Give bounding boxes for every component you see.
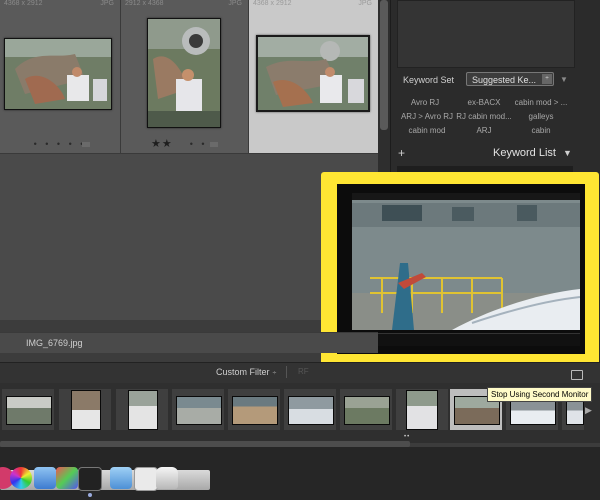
document-icon[interactable] — [134, 467, 158, 491]
rating-dots[interactable]: • • • • • — [0, 139, 120, 149]
grid-cell-1[interactable]: 4368 x 2912 JPG • • • • • — [0, 0, 121, 153]
grid-scrollbar-thumb[interactable] — [380, 0, 388, 130]
filmstrip-thumbnail[interactable] — [2, 389, 54, 430]
filmstrip-thumbnail[interactable] — [340, 389, 392, 430]
filter-separator — [286, 366, 287, 378]
keyword-suggestion[interactable]: RJ cabin mod... — [456, 110, 512, 124]
keyword-suggestion[interactable]: cabin mod > ... — [513, 96, 569, 110]
folder-icon[interactable] — [110, 467, 132, 489]
grid-cell-3-selected[interactable]: 4368 x 2912 JPG — [249, 0, 379, 153]
cell-dimensions: 2912 x 4368 — [125, 0, 164, 7]
trash-icon[interactable] — [156, 467, 178, 489]
color-label-icon[interactable] — [210, 142, 218, 147]
add-keyword-plus-icon[interactable]: + — [398, 146, 405, 160]
second-monitor-icon[interactable] — [571, 370, 583, 380]
keyword-list-title: Keyword List — [493, 147, 556, 159]
keyword-list-header[interactable] — [390, 144, 586, 162]
filmstrip-photo — [128, 390, 158, 430]
keyword-suggestion[interactable]: ex-BACX — [456, 96, 512, 110]
selected-filename: IMG_6769.jpg — [26, 338, 83, 348]
keyword-suggestion[interactable]: Avro RJ — [397, 96, 453, 110]
filmstrip-photo — [176, 396, 222, 425]
keyword-set-value: Suggested Ke... — [472, 75, 537, 85]
keyword-suggestion[interactable]: galleys — [513, 110, 569, 124]
app-icon-dark[interactable] — [78, 467, 102, 491]
collapse-triangle-icon[interactable]: ▼ — [560, 75, 568, 84]
filmstrip-photo — [6, 396, 52, 425]
keyword-suggestion[interactable]: cabin — [513, 124, 569, 138]
filmstrip-photo — [232, 396, 278, 425]
cell-file-type: JPG — [358, 0, 372, 7]
filmstrip-badge-dots: •• — [404, 434, 411, 440]
keyword-suggestion[interactable]: ARJ > Avro RJ — [399, 110, 455, 124]
second-monitor-bottom-bar — [352, 333, 580, 346]
custom-filter-label: Custom Filter — [216, 367, 270, 377]
filmstrip-thumbnail[interactable] — [396, 389, 448, 430]
filmstrip-thumbnail[interactable] — [59, 389, 111, 430]
filmstrip-thumbnail[interactable] — [172, 389, 224, 430]
select-arrows-icon: ÷ — [542, 74, 552, 84]
keyword-suggestion[interactable]: ARJ — [456, 124, 512, 138]
color-wheel-icon[interactable] — [10, 467, 32, 489]
filmstrip-photo — [71, 390, 101, 430]
keyword-set-select[interactable]: Suggested Ke... ÷ — [466, 72, 554, 86]
grid-row-separator — [0, 153, 378, 154]
second-monitor-top-bar — [352, 193, 580, 200]
filmstrip-scroll-right-icon[interactable]: ▶ — [585, 405, 592, 416]
cell-dimensions: 4368 x 2912 — [4, 0, 43, 7]
keyword-tags-field[interactable] — [397, 0, 575, 68]
rating-dots[interactable]: • • • — [161, 139, 248, 149]
dock-running-indicator — [88, 493, 92, 497]
keyword-set-label: Keyword Set — [403, 75, 455, 85]
second-monitor-tooltip: Stop Using Second Monitor — [487, 387, 593, 402]
keyword-suggestion[interactable]: cabin mod — [399, 124, 455, 138]
filmstrip-thumbnail[interactable] — [284, 389, 336, 430]
thumbnail-photo[interactable] — [256, 35, 370, 112]
cell-file-type: JPG — [228, 0, 242, 7]
app-icon-grid[interactable] — [56, 467, 78, 489]
cell-dimensions: 4368 x 2912 — [253, 0, 292, 7]
second-monitor-preview-image — [352, 193, 580, 330]
collapse-triangle-icon[interactable]: ▼ — [563, 148, 572, 158]
custom-filter-select[interactable]: Custom Filter ÷ — [216, 367, 276, 377]
filmstrip-photo — [344, 396, 390, 425]
filmstrip-photo — [406, 390, 438, 430]
color-label-icon[interactable] — [82, 142, 90, 147]
select-arrows-icon: ÷ — [272, 370, 277, 377]
filmstrip-photo — [288, 396, 334, 425]
thumbnail-photo[interactable] — [147, 18, 221, 128]
thumbnail-photo[interactable] — [4, 38, 112, 110]
filmstrip-thumbnail[interactable] — [228, 389, 280, 430]
filmstrip-thumbnail[interactable] — [116, 389, 168, 430]
grid-cell-2[interactable]: 2912 x 4368 JPG ★★ • • • — [121, 0, 249, 153]
cell-file-type: JPG — [100, 0, 114, 7]
filter-rf-label: RF — [298, 367, 309, 376]
downloads-icon[interactable] — [34, 467, 56, 489]
